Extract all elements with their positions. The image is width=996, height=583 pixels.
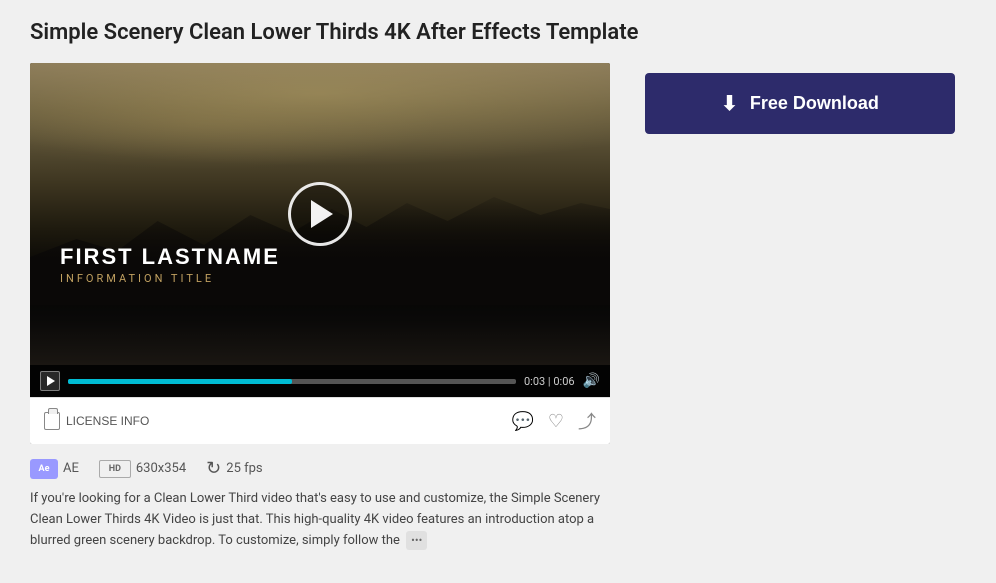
metadata-row: Ae AE HD 630x354 ↻ 25 fps (30, 458, 610, 479)
license-info-label: LICENSE INFO (66, 414, 149, 428)
action-icons: 💬 ♡ ⤴ (511, 408, 596, 434)
download-icon: ⬇ (721, 91, 738, 116)
share-icon[interactable]: ⤴ (578, 408, 596, 434)
resolution-badge: HD 630x354 (99, 460, 186, 478)
fps-label: 25 fps (226, 461, 262, 476)
video-thumbnail[interactable]: FIRST LASTNAME INFORMATION TITLE (30, 63, 610, 365)
video-container: FIRST LASTNAME INFORMATION TITLE (30, 63, 610, 444)
video-actions-bar: LICENSE INFO 💬 ♡ ⤴ (30, 397, 610, 444)
content-row: FIRST LASTNAME INFORMATION TITLE (30, 63, 966, 552)
play-button[interactable] (288, 182, 352, 246)
controls-play-icon (47, 376, 55, 386)
free-download-button[interactable]: ⬇ Free Download (645, 73, 955, 134)
license-icon (44, 412, 60, 430)
page-title: Simple Scenery Clean Lower Thirds 4K Aft… (30, 20, 966, 45)
left-column: FIRST LASTNAME INFORMATION TITLE (30, 63, 610, 552)
resolution-label: 630x354 (136, 461, 186, 476)
comment-icon[interactable]: 💬 (511, 411, 533, 432)
time-display: 0:03 | 0:06 (524, 375, 575, 388)
description-text: If you're looking for a Clean Lower Thir… (30, 491, 600, 548)
controls-play-button[interactable] (40, 371, 60, 391)
time-current: 0:03 (524, 375, 545, 388)
download-label: Free Download (750, 93, 879, 114)
description-more[interactable]: ••• (406, 531, 427, 551)
lower-thirds: FIRST LASTNAME INFORMATION TITLE (60, 244, 280, 285)
fps-badge: ↻ 25 fps (206, 458, 262, 479)
play-icon (311, 200, 333, 228)
progress-fill (68, 379, 292, 384)
lower-thirds-subtitle: INFORMATION TITLE (60, 272, 280, 285)
software-badge: Ae AE (30, 459, 79, 479)
progress-bar[interactable] (68, 379, 516, 384)
hd-badge: HD (99, 460, 131, 478)
time-total: 0:06 (553, 375, 574, 388)
ae-badge: Ae (30, 459, 58, 479)
software-label: AE (63, 461, 79, 476)
description: If you're looking for a Clean Lower Thir… (30, 489, 610, 552)
like-icon[interactable]: ♡ (548, 411, 564, 432)
lower-thirds-name: FIRST LASTNAME (60, 244, 280, 270)
volume-icon[interactable]: 🔊 (583, 373, 600, 389)
right-column: ⬇ Free Download (634, 63, 966, 134)
fps-icon: ↻ (206, 458, 221, 479)
page-wrapper: Simple Scenery Clean Lower Thirds 4K Aft… (0, 0, 996, 572)
video-controls: 0:03 | 0:06 🔊 (30, 365, 610, 397)
license-info-button[interactable]: LICENSE INFO (44, 412, 149, 430)
